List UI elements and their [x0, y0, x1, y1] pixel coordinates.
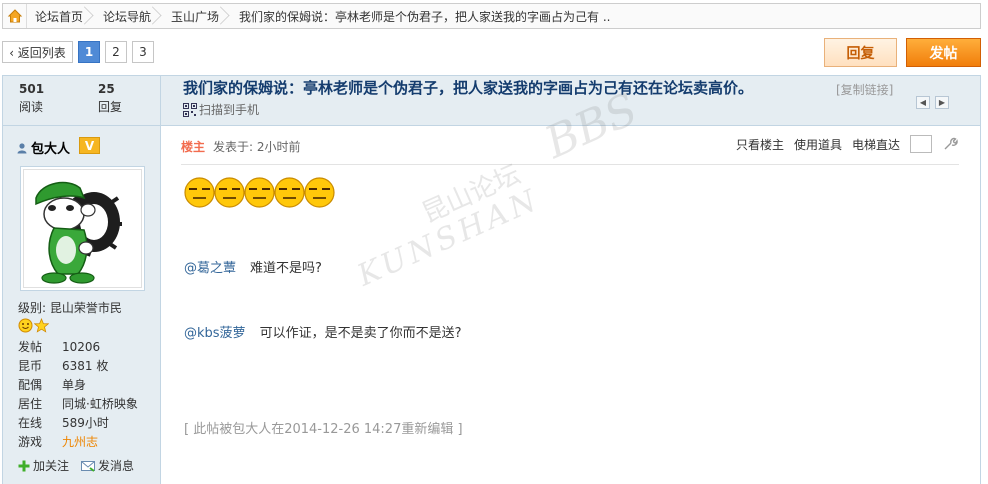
scan-to-phone-label: 扫描到手机	[199, 103, 260, 117]
profile-key: 在线	[18, 416, 43, 430]
author-name[interactable]: 包大人	[31, 138, 70, 157]
use-tool-link[interactable]: 使用道具	[794, 136, 842, 153]
thread-title: 我们家的保姆说：亭林老师是个伪君子，把人家送我的字画占为己有还在论坛卖高价。	[183, 79, 754, 97]
smug-emoticon-icon	[214, 177, 245, 208]
star-medal-icon	[34, 318, 49, 333]
medal-list	[18, 318, 49, 333]
op-label: 楼主	[181, 140, 206, 154]
home-icon[interactable]	[3, 4, 27, 28]
breadcrumb-yushan-plaza[interactable]: 玉山广场	[163, 4, 225, 28]
post-text: 可以作证，是不是卖了你而不是送?	[259, 326, 462, 341]
profile-key: 配偶	[18, 378, 43, 392]
profile-value: 同城·虹桥映象	[62, 397, 138, 411]
profile-key: 昆币	[18, 359, 43, 373]
breadcrumb-forum-nav[interactable]: 论坛导航	[95, 4, 157, 28]
post-divider	[181, 164, 959, 165]
replies-label: 回复	[98, 100, 123, 114]
vip-badge: V	[79, 137, 100, 154]
replies-count: 25	[98, 82, 115, 96]
author-name-row[interactable]: 包大人	[16, 138, 70, 157]
only-op-link[interactable]: 只看楼主	[736, 136, 784, 153]
mention-link[interactable]: @kbs菠萝	[184, 326, 246, 341]
post-tools: 只看楼主 使用道具 电梯直达	[736, 135, 958, 153]
scan-to-phone[interactable]: 扫描到手机	[183, 101, 259, 118]
plus-icon	[18, 460, 30, 471]
thread-stats: 501 阅读 25 回复	[3, 76, 161, 125]
emoticon-row	[183, 176, 335, 209]
profile-value: 589小时	[62, 416, 109, 430]
page-1-button[interactable]: 1	[78, 41, 100, 63]
elevator-input[interactable]	[910, 135, 932, 153]
watermark-en: KUNSHAN	[352, 182, 546, 294]
profile-online: 在线 589小时	[18, 414, 109, 431]
post-meta: 楼主 发表于: 2小时前	[181, 138, 301, 155]
avatar[interactable]	[20, 166, 145, 291]
profile-key: 居住	[18, 397, 43, 411]
copy-link[interactable]: [复制链接]	[836, 81, 893, 98]
replies-stat: 25 回复	[98, 82, 122, 115]
profile-game: 游戏 九州志	[18, 433, 98, 450]
new-post-button[interactable]: 发帖	[906, 38, 981, 67]
envelope-icon	[81, 460, 96, 472]
profile-value: 单身	[62, 378, 87, 392]
avatar-image	[35, 181, 122, 284]
elevator-label: 电梯直达	[851, 137, 900, 152]
next-thread-icon[interactable]: ▶	[935, 96, 949, 109]
profile-posts: 发帖 10206	[18, 338, 100, 355]
edit-notice: [ 此帖被包大人在2014-12-26 14:27重新编辑 ]	[184, 422, 463, 437]
follow-button[interactable]: 加关注	[18, 457, 69, 474]
author-level: 级别: 昆山荣誉市民	[18, 301, 122, 315]
follow-label: 加关注	[33, 459, 70, 473]
send-message-label: 发消息	[98, 459, 135, 473]
profile-key: 发帖	[18, 340, 43, 354]
smug-emoticon-icon	[244, 177, 275, 208]
smug-emoticon-icon	[274, 177, 305, 208]
reply-button[interactable]: 回复	[824, 38, 897, 67]
smiley-medal-icon	[18, 318, 33, 333]
author-actions: 加关注 发消息	[18, 457, 134, 474]
author-sidebar: 包大人 V 级别: 昆山荣誉市民 发帖 10206 昆币 6381 枚 配偶 单…	[2, 126, 161, 484]
smug-emoticon-icon	[184, 177, 215, 208]
profile-key: 游戏	[18, 435, 43, 449]
qr-code-icon	[183, 102, 197, 117]
profile-value: 6381 枚	[62, 359, 109, 373]
smug-emoticon-icon	[304, 177, 335, 208]
post-text: 难道不是吗?	[250, 261, 322, 276]
views-stat: 501 阅读	[19, 82, 44, 115]
page-2-button[interactable]: 2	[105, 41, 127, 63]
views-count: 501	[19, 82, 45, 96]
profile-spouse: 配偶 单身	[18, 376, 86, 393]
send-message-button[interactable]: 发消息	[81, 457, 134, 474]
post-line: @葛之蕈 难道不是吗?	[184, 257, 322, 276]
breadcrumb-forum-home[interactable]: 论坛首页	[27, 4, 89, 28]
back-to-list-button[interactable]: ‹ 返回列表	[2, 41, 73, 63]
thread-header: 501 阅读 25 回复 我们家的保姆说：亭林老师是个伪君子，把人家送我的字画占…	[2, 75, 981, 126]
views-label: 阅读	[19, 100, 44, 114]
profile-game-link[interactable]: 九州志	[62, 435, 98, 449]
page-3-button[interactable]: 3	[132, 41, 154, 63]
breadcrumb-current-thread: 我们家的保姆说：亭林老师是个伪君子，把人家送我的字画占为己有 ..	[239, 9, 611, 24]
watermark-cn: 昆山论坛	[417, 159, 525, 230]
breadcrumb: 论坛首页 论坛导航 玉山广场 我们家的保姆说：亭林老师是个伪君子，把人家送我的字…	[2, 3, 981, 29]
mention-link[interactable]: @葛之蕈	[184, 261, 236, 276]
wrench-icon[interactable]	[942, 136, 958, 152]
post-content: 楼主 发表于: 2小时前 只看楼主 使用道具 电梯直达 @葛之蕈 难道不是吗? …	[161, 84, 981, 484]
post-time: 发表于: 2小时前	[213, 140, 301, 154]
profile-coins: 昆币 6381 枚	[18, 357, 108, 374]
profile-residence: 居住 同城·虹桥映象	[18, 395, 138, 412]
prev-thread-icon[interactable]: ◀	[916, 96, 930, 109]
user-icon	[17, 142, 27, 153]
post-line: @kbs菠萝 可以作证，是不是卖了你而不是送?	[184, 322, 461, 341]
profile-value[interactable]: 10206	[62, 340, 100, 354]
